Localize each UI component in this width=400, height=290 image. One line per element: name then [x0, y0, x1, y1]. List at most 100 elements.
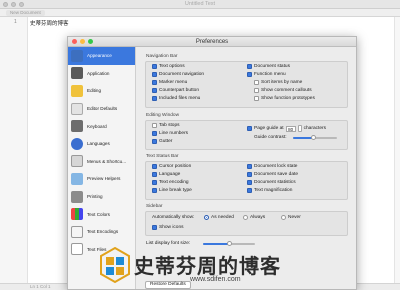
- checkbox-icon[interactable]: [152, 172, 157, 177]
- checkbox-icon[interactable]: [152, 64, 157, 69]
- editing-icon: [71, 84, 83, 97]
- sidebar-item-label: Text Encodings: [87, 229, 119, 235]
- radio-icon[interactable]: [243, 215, 248, 220]
- sidebar-item-printing[interactable]: Printing: [68, 188, 135, 206]
- checkbox-icon[interactable]: [152, 123, 157, 128]
- checkbox-label: Marker menu: [159, 80, 188, 85]
- page-guide-field[interactable]: 80: [285, 125, 296, 132]
- sidebar-item-preview-helpers[interactable]: Preview Helpers: [68, 170, 135, 188]
- checkbox-document-save-date[interactable]: Document save date: [247, 172, 298, 177]
- checkbox-document-statistics[interactable]: Document statistics: [247, 180, 296, 185]
- page-guide-stepper[interactable]: [297, 125, 302, 132]
- radio-always[interactable]: Always: [243, 215, 265, 220]
- editor-text[interactable]: 史蒂芬周的博客: [30, 19, 69, 27]
- checkbox-icon[interactable]: [152, 80, 157, 85]
- guide-contrast-knob[interactable]: [311, 135, 316, 140]
- checkbox-show-icons[interactable]: Show icons: [152, 225, 184, 230]
- watermark-text: 史蒂芬周的博客: [134, 254, 281, 278]
- sidebar-item-label: Editor Defaults: [87, 106, 118, 112]
- list-font-label: List display font size:: [146, 241, 191, 246]
- checkbox-label: Document lock state: [254, 164, 298, 169]
- checkbox-counterpart-button[interactable]: Counterpart button: [152, 88, 199, 93]
- radio-label: Always: [250, 215, 266, 220]
- sidebar-item-text-encodings[interactable]: Text Encodings: [68, 223, 135, 241]
- section-title-sidebar: Sidebar: [146, 204, 163, 209]
- sidebar-item-keyboard[interactable]: Keyboard: [68, 117, 135, 135]
- sidebar-item-editor-defaults[interactable]: Editor Defaults: [68, 100, 135, 118]
- checkbox-line-break-type[interactable]: Line break type: [152, 188, 192, 193]
- checkbox-function-menu[interactable]: Function menu: [247, 72, 286, 77]
- checkbox-icon[interactable]: [254, 80, 259, 85]
- radio-icon[interactable]: [281, 215, 286, 220]
- line-gutter: 1: [0, 17, 28, 290]
- checkbox-text-options[interactable]: Text options: [152, 64, 185, 69]
- checkbox-icon[interactable]: [152, 96, 157, 101]
- checkbox-icon[interactable]: [152, 131, 157, 136]
- checkbox-icon[interactable]: [247, 188, 252, 193]
- checkbox-icon[interactable]: [247, 180, 252, 185]
- checkbox-included-files-menu[interactable]: Included files menu: [152, 96, 200, 101]
- checkbox-label: Document statistics: [254, 180, 296, 185]
- checkbox-icon[interactable]: [152, 180, 157, 185]
- checkbox-label: Included files menu: [159, 96, 201, 101]
- checkbox-icon[interactable]: [247, 164, 252, 169]
- guide-contrast-fill: [293, 137, 313, 139]
- checkbox-gutter[interactable]: Gutter: [152, 139, 172, 144]
- checkbox-icon[interactable]: [247, 64, 252, 69]
- application-icon: [71, 67, 83, 80]
- page-guide-unit: characters: [303, 126, 327, 131]
- sidebar-item-label: Keyboard: [87, 123, 107, 129]
- checkbox-marker-menu[interactable]: Marker menu: [152, 80, 187, 85]
- checkbox-line-numbers[interactable]: Line numbers: [152, 131, 188, 136]
- page-guide-checkbox[interactable]: [247, 126, 252, 131]
- checkbox-label: Document save date: [254, 172, 298, 177]
- sidebar-item-label: Text Colors: [87, 211, 110, 217]
- checkbox-sort-items[interactable]: Sort items by name: [254, 80, 302, 85]
- checkbox-icon[interactable]: [152, 164, 157, 169]
- checkbox-icon[interactable]: [152, 72, 157, 77]
- radio-icon[interactable]: [204, 215, 209, 220]
- checkbox-label: Line numbers: [159, 131, 189, 136]
- checkbox-label: Show comment callouts: [261, 88, 312, 93]
- sidebar-item-menus[interactable]: Menus & Shortcu...: [68, 153, 135, 171]
- checkbox-label: Language: [159, 172, 181, 177]
- checkbox-cursor-position[interactable]: Cursor position: [152, 164, 191, 169]
- checkbox-icon[interactable]: [152, 88, 157, 93]
- checkbox-text-encoding[interactable]: Text encoding: [152, 180, 189, 185]
- restore-defaults-button[interactable]: Restore Defaults: [145, 281, 191, 289]
- list-font-knob[interactable]: [227, 241, 232, 246]
- checkbox-icon[interactable]: [152, 225, 157, 230]
- checkbox-label: Document status: [254, 64, 290, 69]
- sidebar-item-label: Languages: [87, 141, 110, 147]
- sidebar-item-languages[interactable]: Languages: [68, 135, 135, 153]
- checkbox-icon[interactable]: [247, 72, 252, 77]
- checkbox-document-lock-state[interactable]: Document lock state: [247, 164, 297, 169]
- section-title-editing-window: Editing Window: [146, 113, 180, 118]
- checkbox-icon[interactable]: [254, 96, 259, 101]
- checkbox-icon[interactable]: [247, 172, 252, 177]
- checkbox-label: Gutter: [159, 139, 173, 144]
- radio-as-needed[interactable]: As needed: [204, 215, 234, 220]
- document-tab[interactable]: New Document: [6, 10, 45, 16]
- text-colors-icon: [71, 208, 83, 221]
- sidebar-item-label: Editing: [87, 88, 102, 94]
- checkbox-language[interactable]: Language: [152, 172, 180, 177]
- checkbox-icon[interactable]: [254, 88, 259, 93]
- sidebar-item-appearance[interactable]: Appearance: [68, 47, 135, 65]
- sidebar-item-label: Application: [87, 70, 110, 76]
- checkbox-tab-stops[interactable]: Tab stops: [152, 123, 180, 128]
- sidebar-item-text-colors[interactable]: Text Colors: [68, 205, 135, 223]
- radio-never[interactable]: Never: [281, 215, 301, 220]
- sidebar-item-application[interactable]: Application: [68, 65, 135, 83]
- checkbox-text-magnification[interactable]: Text magnification: [247, 188, 292, 193]
- sidebar-item-editing[interactable]: Editing: [68, 82, 135, 100]
- editor-scrollbar[interactable]: [394, 17, 400, 290]
- checkbox-icon[interactable]: [152, 139, 157, 144]
- checkbox-document-status[interactable]: Document status: [247, 64, 290, 69]
- checkbox-document-navigation[interactable]: Document navigation: [152, 72, 204, 77]
- checkbox-comment-callouts[interactable]: Show comment callouts: [254, 88, 312, 93]
- checkbox-icon[interactable]: [152, 188, 157, 193]
- menus-icon: [71, 155, 83, 168]
- sidebar-item-label: Appearance: [87, 53, 112, 59]
- checkbox-function-prototypes[interactable]: Show function prototypes: [254, 96, 315, 101]
